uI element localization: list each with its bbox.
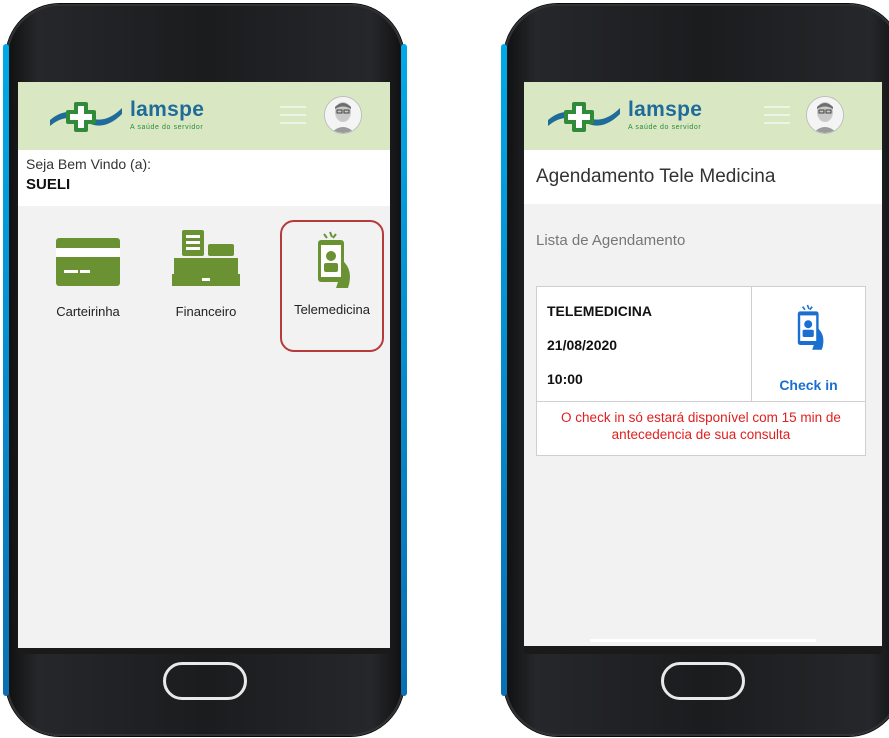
app-header: lamspe A saúde do servidor: [18, 82, 390, 150]
phone-edge-left: [501, 44, 507, 696]
menu-icon[interactable]: [280, 106, 306, 124]
tile-label: Financeiro: [175, 304, 237, 319]
schedule-screen: lamspe A saúde do servidor Agendamento T…: [524, 82, 882, 654]
user-name: SUELI: [26, 176, 71, 193]
checkin-label: Check in: [779, 377, 838, 393]
lamspe-logo: lamspe A saúde do servidor: [544, 94, 714, 138]
tile-telemedicina[interactable]: Telemedicina: [280, 220, 384, 352]
tile-label: Carteirinha: [56, 304, 120, 319]
appointment-time: 10:00: [547, 371, 583, 387]
logo-text: lamspe: [130, 98, 205, 121]
phone-edge-right: [401, 44, 407, 696]
phone-frame-left: lamspe A saúde do servidor Seja Bem Vind…: [3, 4, 407, 736]
home-button[interactable]: [163, 662, 247, 700]
list-subtitle: Lista de Agendamento: [536, 232, 686, 249]
menu-icon[interactable]: [764, 106, 790, 124]
card-divider: [537, 401, 865, 402]
app-header: lamspe A saúde do servidor: [524, 82, 882, 150]
appointment-info: TELEMEDICINA 21/08/2020 10:00: [537, 287, 752, 401]
appointment-date: 21/08/2020: [547, 337, 618, 353]
page-title: Agendamento Tele Medicina: [524, 150, 882, 204]
phone-doctor-icon: [797, 304, 823, 350]
phone-edge-left: [3, 44, 9, 696]
logo-mark-icon: [548, 102, 620, 132]
appointment-card: TELEMEDICINA 21/08/2020 10:00 Check in O…: [536, 286, 866, 456]
welcome-label: Seja Bem Vindo (a):: [26, 156, 152, 172]
screen-bottom-bar: [524, 646, 882, 654]
checkin-button[interactable]: Check in: [752, 287, 865, 401]
logo-text: lamspe: [628, 98, 703, 121]
screen-bottom-bar: [18, 648, 390, 654]
id-card-icon: [56, 238, 120, 286]
lamspe-logo: lamspe A saúde do servidor: [46, 94, 216, 138]
tile-carteirinha[interactable]: Carteirinha: [36, 222, 140, 352]
home-screen: lamspe A saúde do servidor Seja Bem Vind…: [18, 82, 390, 654]
home-button[interactable]: [661, 662, 745, 700]
feature-grid: Carteirinha Financeiro Telemedicina: [18, 210, 390, 352]
checkin-notice: O check in só estará disponível com 15 m…: [561, 410, 841, 442]
phone-doctor-icon: [318, 231, 350, 288]
welcome-box: Seja Bem Vindo (a): SUELI: [18, 150, 390, 206]
cash-register-icon: [172, 230, 240, 286]
gesture-bar: [590, 639, 816, 642]
tile-financeiro[interactable]: Financeiro: [154, 222, 258, 352]
avatar-icon[interactable]: [324, 96, 362, 134]
appointment-type: TELEMEDICINA: [547, 303, 652, 319]
logo-mark-icon: [50, 102, 122, 132]
logo-tagline: A saúde do servidor: [628, 124, 702, 131]
phone-frame-right: lamspe A saúde do servidor Agendamento T…: [501, 4, 889, 736]
tile-label: Telemedicina: [294, 302, 370, 317]
logo-tagline: A saúde do servidor: [130, 124, 204, 131]
avatar-icon[interactable]: [806, 96, 844, 134]
